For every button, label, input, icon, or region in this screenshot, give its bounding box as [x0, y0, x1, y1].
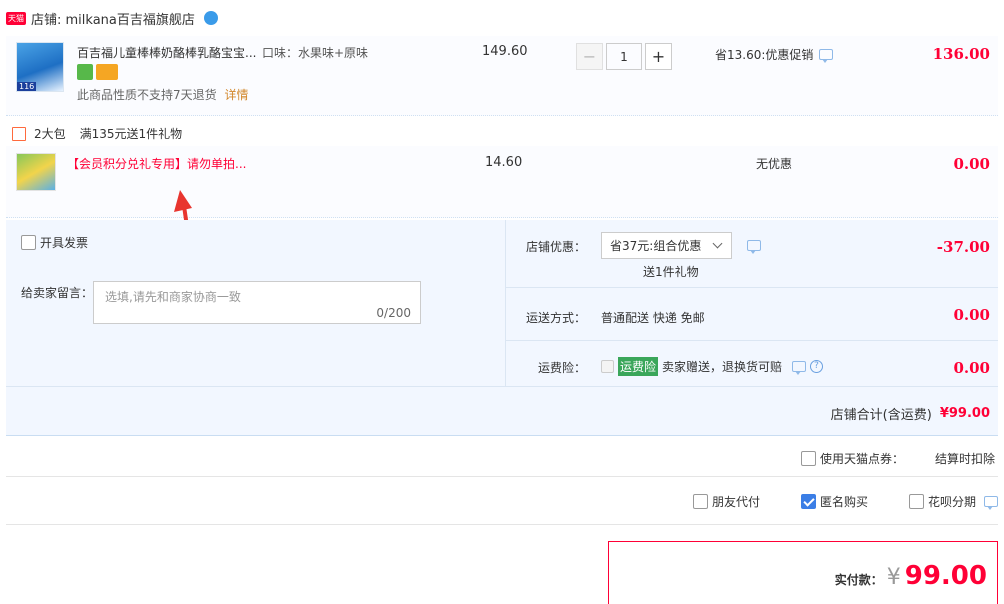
insurance-badge: 运费险	[618, 357, 659, 376]
message-field[interactable]: 选填,请先和商家协商一致 0/200	[93, 281, 421, 324]
chevron-down-icon	[712, 238, 723, 249]
item-flavor: 口味：水果味+原味	[262, 46, 369, 60]
shop-header: 天猫 店铺: milkana百吉福旗舰店	[6, 8, 218, 28]
warranty-icon	[77, 64, 93, 80]
shop-name[interactable]: 店铺: milkana百吉福旗舰店	[31, 9, 195, 28]
gift-discount: 无优惠	[756, 157, 793, 171]
no-return-text: 此商品性质不支持7天退货	[77, 88, 217, 102]
wangwang-icon[interactable]	[203, 11, 218, 25]
gift-header: 2大包 满135元送1件礼物	[12, 125, 182, 142]
insurance-label: 运费险：	[538, 361, 587, 375]
item-price: 149.60	[482, 44, 528, 59]
no-return-notice: 此商品性质不支持7天退货 详情	[77, 86, 248, 103]
insurance-amount: 0.00	[953, 359, 990, 377]
shipping-amount: 0.00	[953, 306, 990, 324]
gift-promo: 满135元送1件礼物	[79, 127, 183, 141]
options-divider-2	[6, 524, 998, 525]
help-icon[interactable]: ?	[810, 360, 824, 373]
chat-icon[interactable]	[819, 49, 834, 63]
item-discount-text: 省13.60:优惠促销	[715, 48, 814, 62]
thumbnail-badge: 116	[17, 82, 37, 91]
anonymous-option[interactable]: 匿名购买	[801, 493, 868, 510]
shop-total: 店铺合计(含运费) ¥99.00	[831, 404, 990, 423]
invoice-checkbox[interactable]	[21, 235, 36, 250]
shop-discount-amount: -37.00	[936, 238, 990, 256]
shipping-value: 普通配送 快递 免邮	[601, 311, 705, 325]
anonymous-label: 匿名购买	[820, 495, 869, 509]
item-thumbnail[interactable]: 116	[16, 42, 64, 92]
insurance-option: 运费险 卖家赠送，退换货可赔 ?	[601, 357, 824, 376]
quantity-plus-button[interactable]: +	[645, 43, 672, 70]
payment-summary: 实付款： ¥ 99.00	[835, 561, 987, 591]
quantity-minus-button[interactable]: −	[576, 43, 603, 70]
shop-total-value: ¥99.00	[939, 406, 990, 421]
tmall-points-note: 结算时扣除	[935, 452, 996, 466]
panel-hline-3	[6, 386, 998, 387]
quantity-input[interactable]: 1	[606, 43, 642, 70]
message-placeholder: 选填,请先和商家协商一致	[105, 290, 241, 304]
huabei-option[interactable]: 花呗分期	[909, 493, 999, 510]
shop-discount-select[interactable]: 省37元:组合优惠	[601, 232, 732, 259]
item-title[interactable]: 百吉福儿童棒棒奶酪棒乳酪宝宝...	[77, 44, 256, 61]
service-icons	[77, 64, 118, 80]
gift-price: 14.60	[485, 155, 523, 170]
shop-total-label: 店铺合计(含运费)	[830, 408, 932, 423]
message-label: 给卖家留言：	[21, 286, 94, 300]
payment-currency: ¥	[886, 565, 901, 590]
gift-total: 0.00	[953, 155, 990, 173]
friend-pay-checkbox[interactable]	[693, 494, 708, 509]
chat-icon[interactable]	[792, 361, 807, 375]
panel-divider	[505, 220, 506, 386]
tmall-badge: 天猫	[6, 11, 26, 25]
anonymous-checkbox[interactable]	[801, 494, 816, 509]
gift-thumbnail[interactable]	[16, 153, 56, 191]
huabei-label: 花呗分期	[928, 495, 977, 509]
friend-pay-option[interactable]: 朋友代付	[693, 493, 760, 510]
invoice-label: 开具发票	[40, 236, 89, 250]
tmall-points-option[interactable]: 使用天猫点券：	[801, 450, 904, 467]
insurance-desc: 卖家赠送，退换货可赔	[662, 360, 783, 374]
friend-pay-label: 朋友代付	[712, 495, 761, 509]
payment-box: 实付款： ¥ 99.00	[608, 541, 998, 604]
annotation-arrow-head	[174, 190, 192, 212]
insurance-checkbox	[601, 360, 614, 373]
tmall-points-label: 使用天猫点券：	[820, 452, 905, 466]
chat-icon[interactable]	[747, 240, 761, 254]
detail-link[interactable]: 详情	[224, 88, 248, 102]
payment-amount: 99.00	[904, 561, 987, 591]
tmall-points-checkbox[interactable]	[801, 451, 816, 466]
gift-count: 2大包	[34, 127, 66, 141]
item-discount: 省13.60:优惠促销	[715, 46, 834, 63]
message-counter: 0/200	[376, 306, 411, 320]
shop-discount-sub: 送1件礼物	[643, 265, 699, 279]
payment-label: 实付款：	[834, 573, 883, 587]
panel-hline-2	[506, 340, 998, 341]
shop-discount-value: 省37元:组合优惠	[610, 239, 702, 253]
chat-icon[interactable]	[984, 496, 999, 510]
item-total: 136.00	[932, 45, 990, 63]
quantity-stepper[interactable]: − 1 +	[576, 43, 672, 70]
invoice-option[interactable]: 开具发票	[21, 234, 88, 251]
panel-hline-1	[506, 287, 998, 288]
huabei-checkbox[interactable]	[909, 494, 924, 509]
shipping-label: 运送方式：	[526, 311, 587, 325]
gift-icon	[12, 126, 26, 141]
gift-title[interactable]: 【会员积分兑礼专用】请勿单拍...	[67, 155, 246, 172]
options-divider-1	[6, 476, 998, 477]
shop-discount-label: 店铺优惠：	[526, 240, 587, 254]
card-icon	[96, 64, 118, 80]
